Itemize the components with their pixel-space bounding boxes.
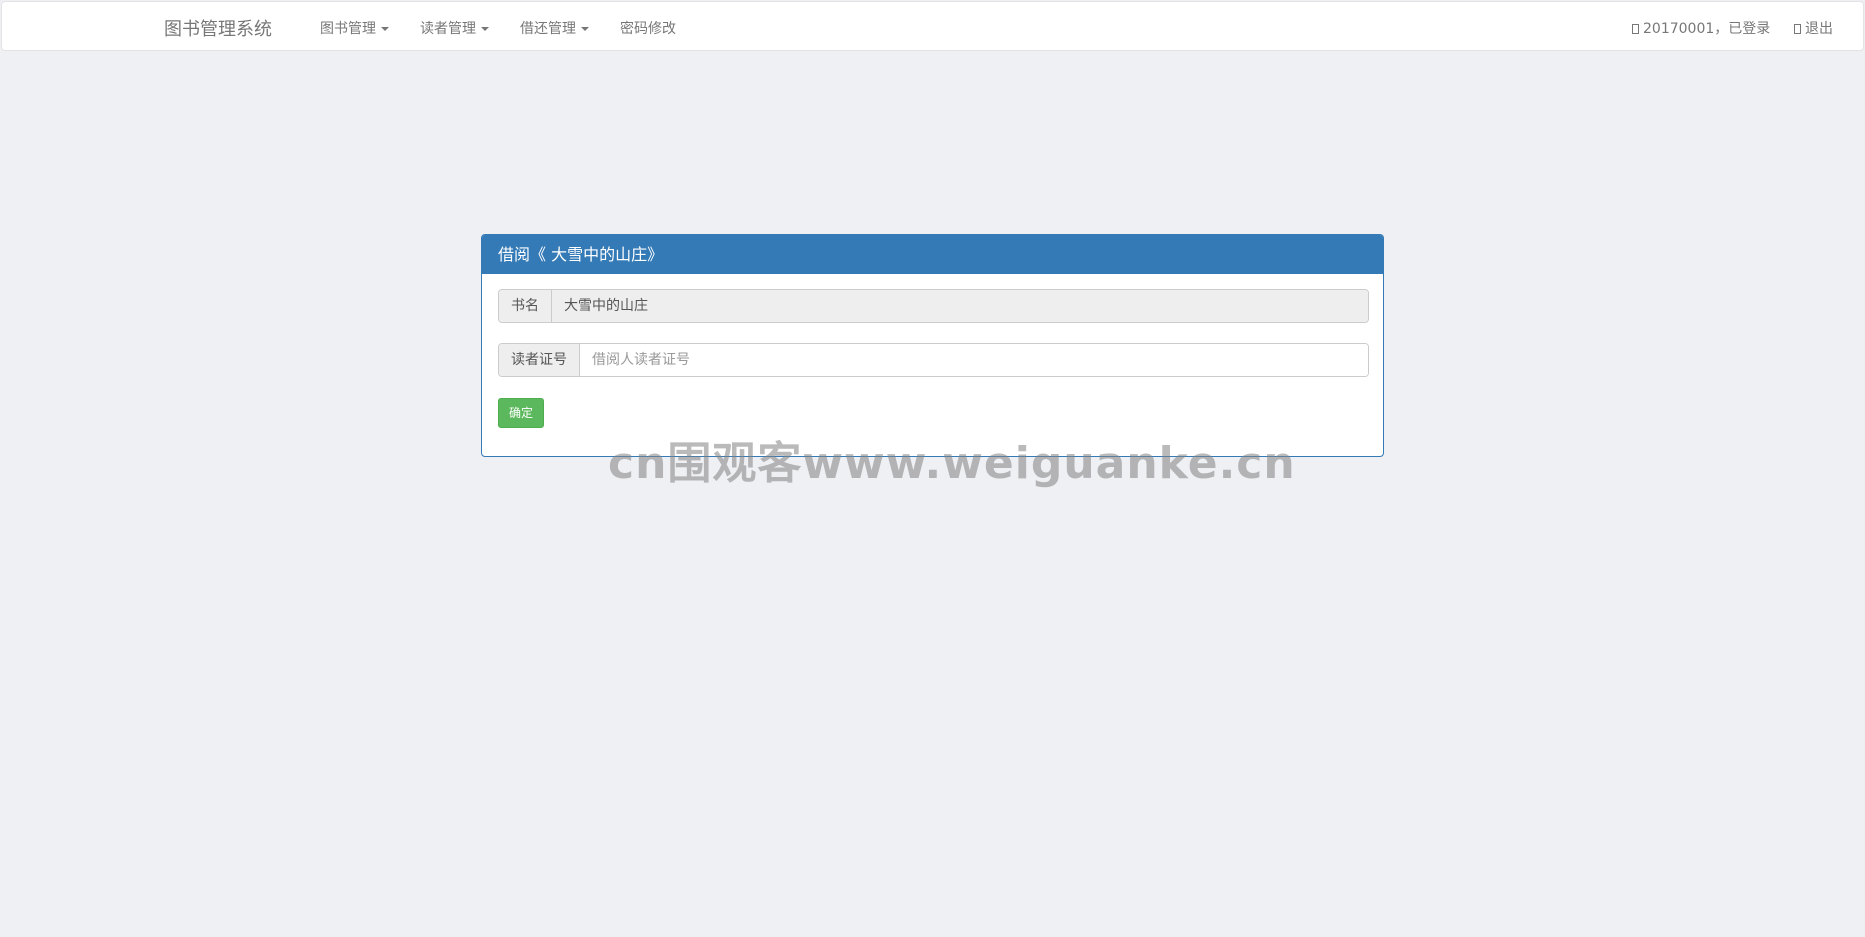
menu-label: 借还管理	[520, 21, 576, 37]
confirm-button[interactable]: 确定	[498, 398, 545, 428]
menu-label: 图书管理	[320, 21, 376, 37]
menu-reader-management[interactable]: 读者管理	[420, 18, 489, 38]
book-name-field: 大雪中的山庄	[552, 290, 1368, 322]
borrow-panel: 借阅《 大雪中的山庄》 书名 大雪中的山庄 读者证号 确定	[481, 234, 1384, 457]
menu-book-management[interactable]: 图书管理	[320, 18, 389, 38]
menu-label: 密码修改	[620, 21, 676, 37]
logout-icon	[1794, 24, 1801, 34]
top-navbar: 图书管理系统 图书管理 读者管理 借还管理 密码修改 20170001，已登录 …	[1, 1, 1864, 51]
reader-id-label: 读者证号	[499, 344, 580, 376]
reader-id-group: 读者证号	[498, 343, 1369, 377]
menu-change-password[interactable]: 密码修改	[620, 18, 676, 38]
user-status-link[interactable]: 20170001，已登录	[1632, 18, 1770, 38]
logout-link[interactable]: 退出	[1794, 18, 1833, 38]
caret-down-icon	[381, 27, 389, 31]
book-name-label: 书名	[499, 290, 552, 322]
menu-borrow-return[interactable]: 借还管理	[520, 18, 589, 38]
panel-title: 借阅《 大雪中的山庄》	[482, 235, 1383, 274]
user-icon	[1632, 24, 1639, 34]
caret-down-icon	[481, 27, 489, 31]
user-status-text: 20170001，已登录	[1643, 21, 1771, 37]
menu-label: 读者管理	[420, 21, 476, 37]
book-name-group: 书名 大雪中的山庄	[498, 289, 1369, 323]
brand-title[interactable]: 图书管理系统	[164, 15, 272, 41]
logout-text: 退出	[1805, 21, 1833, 37]
caret-down-icon	[581, 27, 589, 31]
reader-id-input[interactable]	[580, 344, 1368, 376]
